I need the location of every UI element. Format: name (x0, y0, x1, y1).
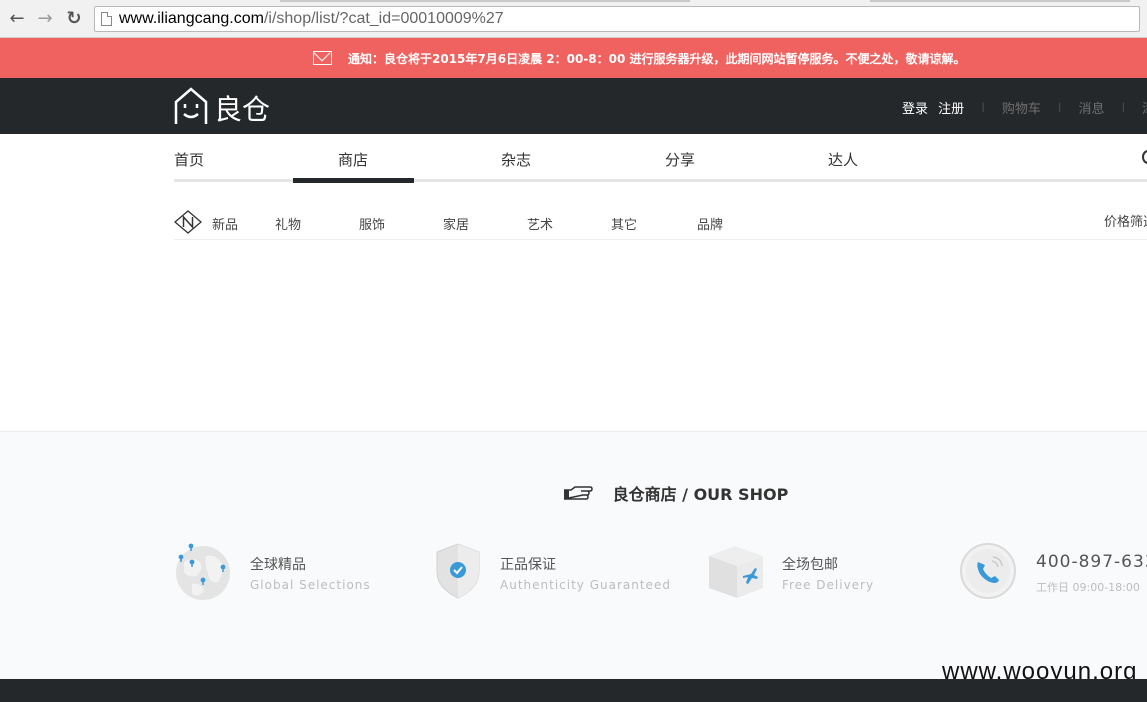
divider: | (1057, 102, 1062, 113)
cart-link[interactable]: 购物车 (1002, 98, 1041, 117)
mail-icon (313, 51, 332, 65)
svg-text:良仓: 良仓 (214, 93, 270, 126)
login-link[interactable]: 登录 (902, 98, 928, 117)
category-apparel[interactable]: 服饰 (359, 214, 385, 233)
nav-magazine[interactable]: 杂志 (501, 149, 531, 170)
notice-text: 通知：良仓将于2015年7月6日凌晨 2：00-8：00 进行服务器升级，此期间… (348, 52, 966, 66)
browser-toolbar: ← → ↻ www.iliangcang.com/i/shop/list/?ca… (0, 0, 1147, 38)
nav-home[interactable]: 首页 (174, 149, 204, 170)
add-link[interactable]: 添加 (1142, 98, 1147, 117)
shield-check-icon (436, 543, 480, 599)
divider: | (981, 102, 985, 113)
tab-strip (0, 0, 1147, 3)
reload-button[interactable]: ↻ (63, 9, 85, 29)
price-filter[interactable]: 价格筛选 (1104, 211, 1147, 230)
globe-icon (176, 543, 230, 600)
site-logo[interactable]: 良仓 (174, 86, 274, 126)
category-brands[interactable]: 品牌 (697, 214, 723, 233)
feature-title: 正品保证 (500, 557, 556, 573)
site-header: 良仓 登录 注册 | 购物车 | 消息 | 添加 (0, 78, 1147, 134)
feature-subtitle: Free Delivery (782, 578, 875, 592)
back-button[interactable]: ← (6, 9, 28, 29)
address-bar[interactable]: www.iliangcang.com/i/shop/list/?cat_id=0… (94, 6, 1140, 32)
messages-link[interactable]: 消息 (1079, 98, 1105, 117)
user-menu: 登录 注册 | 购物车 | 消息 | 添加 (902, 98, 1147, 117)
feature-subtitle: Global Selections (250, 578, 371, 592)
house-smile-icon: 良仓 (174, 87, 270, 126)
footer-bar (0, 679, 1147, 702)
business-hours: 工作日 09:00-18:00 (1036, 581, 1140, 594)
feature-title: 全场包邮 (782, 557, 838, 573)
notice-bar: 通知：良仓将于2015年7月6日凌晨 2：00-8：00 进行服务器升级，此期间… (0, 38, 1147, 78)
nav-experts[interactable]: 达人 (828, 149, 858, 170)
register-link[interactable]: 注册 (938, 98, 964, 117)
category-nav: 新品 礼物 服饰 家居 艺术 其它 品牌 价格筛选 (174, 206, 1147, 240)
shop-features: 良仓商店 / OUR SHOP 全球精品 Global Selections 正… (0, 431, 1147, 679)
phone-icon (960, 543, 1016, 599)
url-text[interactable]: www.iliangcang.com/i/shop/list/?cat_id=0… (119, 10, 504, 28)
nav-shop[interactable]: 商店 (338, 149, 368, 170)
feature-subtitle: Authenticity Guaranteed (500, 578, 671, 592)
shop-title: 良仓商店 / OUR SHOP (563, 481, 788, 505)
search-icon[interactable] (1142, 150, 1147, 164)
box-plane-icon (709, 546, 763, 598)
category-new[interactable]: 新品 (212, 214, 238, 233)
pointing-hand-icon (563, 486, 593, 500)
new-badge-icon (174, 210, 202, 234)
category-art[interactable]: 艺术 (527, 214, 553, 233)
category-home[interactable]: 家居 (443, 214, 469, 233)
active-tab-indicator (293, 178, 414, 183)
nav-share[interactable]: 分享 (665, 149, 695, 170)
divider: | (1121, 102, 1126, 113)
category-other[interactable]: 其它 (611, 214, 637, 233)
phone-number: 400-897-6330 (1036, 552, 1147, 572)
main-nav: 首页 商店 杂志 分享 达人 (174, 134, 1147, 184)
forward-button[interactable]: → (34, 9, 56, 29)
category-gifts[interactable]: 礼物 (275, 214, 301, 233)
page-icon (101, 12, 112, 26)
feature-title: 全球精品 (250, 557, 306, 573)
